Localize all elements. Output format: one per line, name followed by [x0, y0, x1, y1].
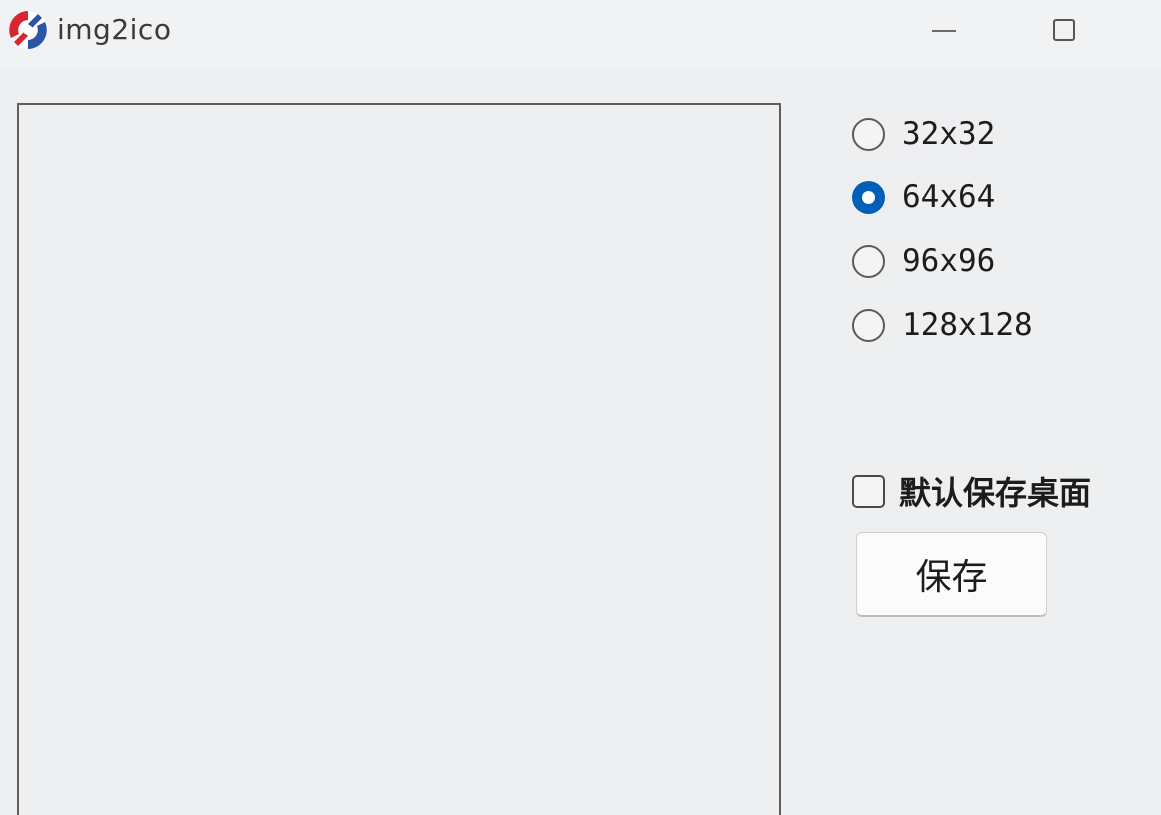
radio-button-icon[interactable]: [852, 308, 885, 342]
checkbox-icon[interactable]: [852, 474, 885, 508]
minimize-button[interactable]: [918, 10, 970, 54]
radio-size-64[interactable]: 64x64: [852, 177, 995, 217]
radio-button-icon[interactable]: [852, 244, 885, 278]
app-logo-icon: [9, 11, 47, 49]
app-window: img2ico 32x32 64x64 96x96 128x128 默认保存桌面…: [0, 0, 1161, 815]
radio-button-checked-icon[interactable]: [852, 180, 885, 214]
checkbox-label: 默认保存桌面: [899, 474, 1092, 512]
radio-label: 96x96: [902, 243, 996, 279]
radio-label: 32x32: [902, 116, 996, 152]
maximize-button[interactable]: [1040, 10, 1092, 54]
radio-size-96[interactable]: 96x96: [852, 241, 995, 281]
radio-label: 128x128: [902, 307, 1033, 343]
radio-button-icon[interactable]: [852, 117, 885, 151]
radio-size-32[interactable]: 32x32: [852, 114, 995, 154]
save-button[interactable]: 保存: [856, 532, 1047, 617]
title-bar: img2ico: [0, 0, 1161, 68]
maximize-icon: [1053, 19, 1075, 41]
radio-label: 64x64: [902, 179, 996, 215]
save-to-desktop-checkbox[interactable]: 默认保存桌面: [852, 470, 1091, 512]
minimize-icon: [932, 30, 956, 32]
image-preview-area[interactable]: [17, 103, 781, 815]
radio-size-128[interactable]: 128x128: [852, 305, 1033, 345]
window-title: img2ico: [57, 13, 172, 46]
